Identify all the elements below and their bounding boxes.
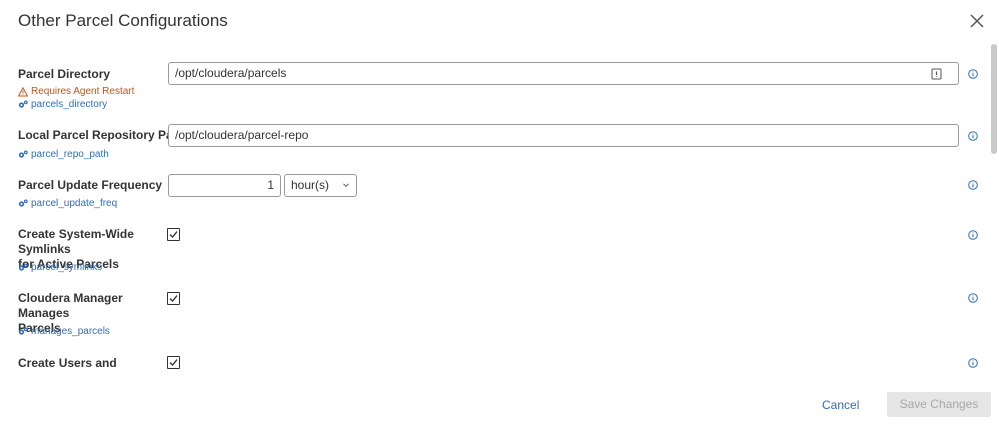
gears-icon [18, 100, 28, 108]
chevron-down-icon [343, 183, 349, 188]
param-link-parcel-repo-path[interactable]: parcel_repo_path [18, 149, 109, 160]
requires-restart-warning: Requires Agent Restart [18, 86, 134, 97]
param-name: manages_parcels [31, 326, 110, 337]
parcel-directory-input[interactable]: /opt/cloudera/parcels [168, 62, 959, 85]
manages-parcels-label-line1: Cloudera Manager Manages [18, 291, 123, 320]
gears-icon [18, 263, 28, 271]
info-icon[interactable] [968, 69, 978, 79]
save-changes-button[interactable]: Save Changes [887, 392, 991, 417]
warning-icon [18, 86, 28, 96]
local-repo-path-input[interactable]: /opt/cloudera/parcel-repo [168, 124, 959, 147]
dialog-scrollbar[interactable] [991, 44, 997, 154]
gears-icon [18, 150, 28, 158]
gears-icon [18, 199, 28, 207]
dialog-body: Parcel Directory Requires Agent Restart … [0, 42, 999, 373]
update-frequency-label: Parcel Update Frequency [18, 178, 163, 192]
param-name: parcels_directory [31, 99, 108, 110]
param-name: parcel_repo_path [31, 149, 109, 160]
manages-parcels-checkbox[interactable] [167, 292, 180, 305]
create-users-label: Create Users and Groups, and [18, 356, 117, 373]
info-icon[interactable] [968, 230, 978, 240]
dialog-title: Other Parcel Configurations [18, 11, 228, 30]
dialog-footer: Cancel Save Changes [0, 385, 999, 425]
symlinks-checkbox[interactable] [167, 228, 180, 241]
update-frequency-value: 1 [267, 178, 274, 192]
symlinks-label-line1: Create System-Wide Symlinks [18, 227, 134, 256]
info-icon[interactable] [968, 293, 978, 303]
param-link-manages-parcels[interactable]: manages_parcels [18, 326, 110, 337]
local-repo-path-label: Local Parcel Repository Path [18, 128, 185, 142]
param-name: parcel_symlinks [31, 262, 103, 273]
param-link-parcels-directory[interactable]: parcels_directory [18, 99, 107, 110]
checkmark-icon [169, 359, 178, 366]
checkmark-icon [169, 295, 178, 302]
create-users-checkbox[interactable] [167, 356, 180, 369]
info-icon[interactable] [968, 180, 978, 190]
info-icon[interactable] [968, 358, 978, 368]
gears-icon [18, 327, 28, 335]
close-icon[interactable] [968, 12, 986, 30]
clipboard-icon[interactable] [931, 67, 942, 80]
frequency-unit-select[interactable]: hour(s) [284, 174, 357, 197]
update-frequency-input[interactable]: 1 [168, 174, 281, 197]
parcel-directory-label: Parcel Directory [18, 67, 111, 81]
param-name: parcel_update_freq [31, 198, 118, 209]
local-repo-path-value: /opt/cloudera/parcel-repo [175, 128, 309, 142]
parcel-directory-value: /opt/cloudera/parcels [175, 66, 287, 80]
cancel-button[interactable]: Cancel [822, 398, 859, 412]
checkmark-icon [169, 231, 178, 238]
info-icon[interactable] [968, 131, 978, 141]
param-link-parcel-symlinks[interactable]: parcel_symlinks [18, 262, 102, 273]
parcel-config-dialog: Other Parcel Configurations Parcel Direc… [0, 0, 999, 425]
frequency-unit-value: hour(s) [291, 178, 330, 192]
param-link-parcel-update-freq[interactable]: parcel_update_freq [18, 198, 117, 209]
warning-text: Requires Agent Restart [31, 86, 135, 97]
